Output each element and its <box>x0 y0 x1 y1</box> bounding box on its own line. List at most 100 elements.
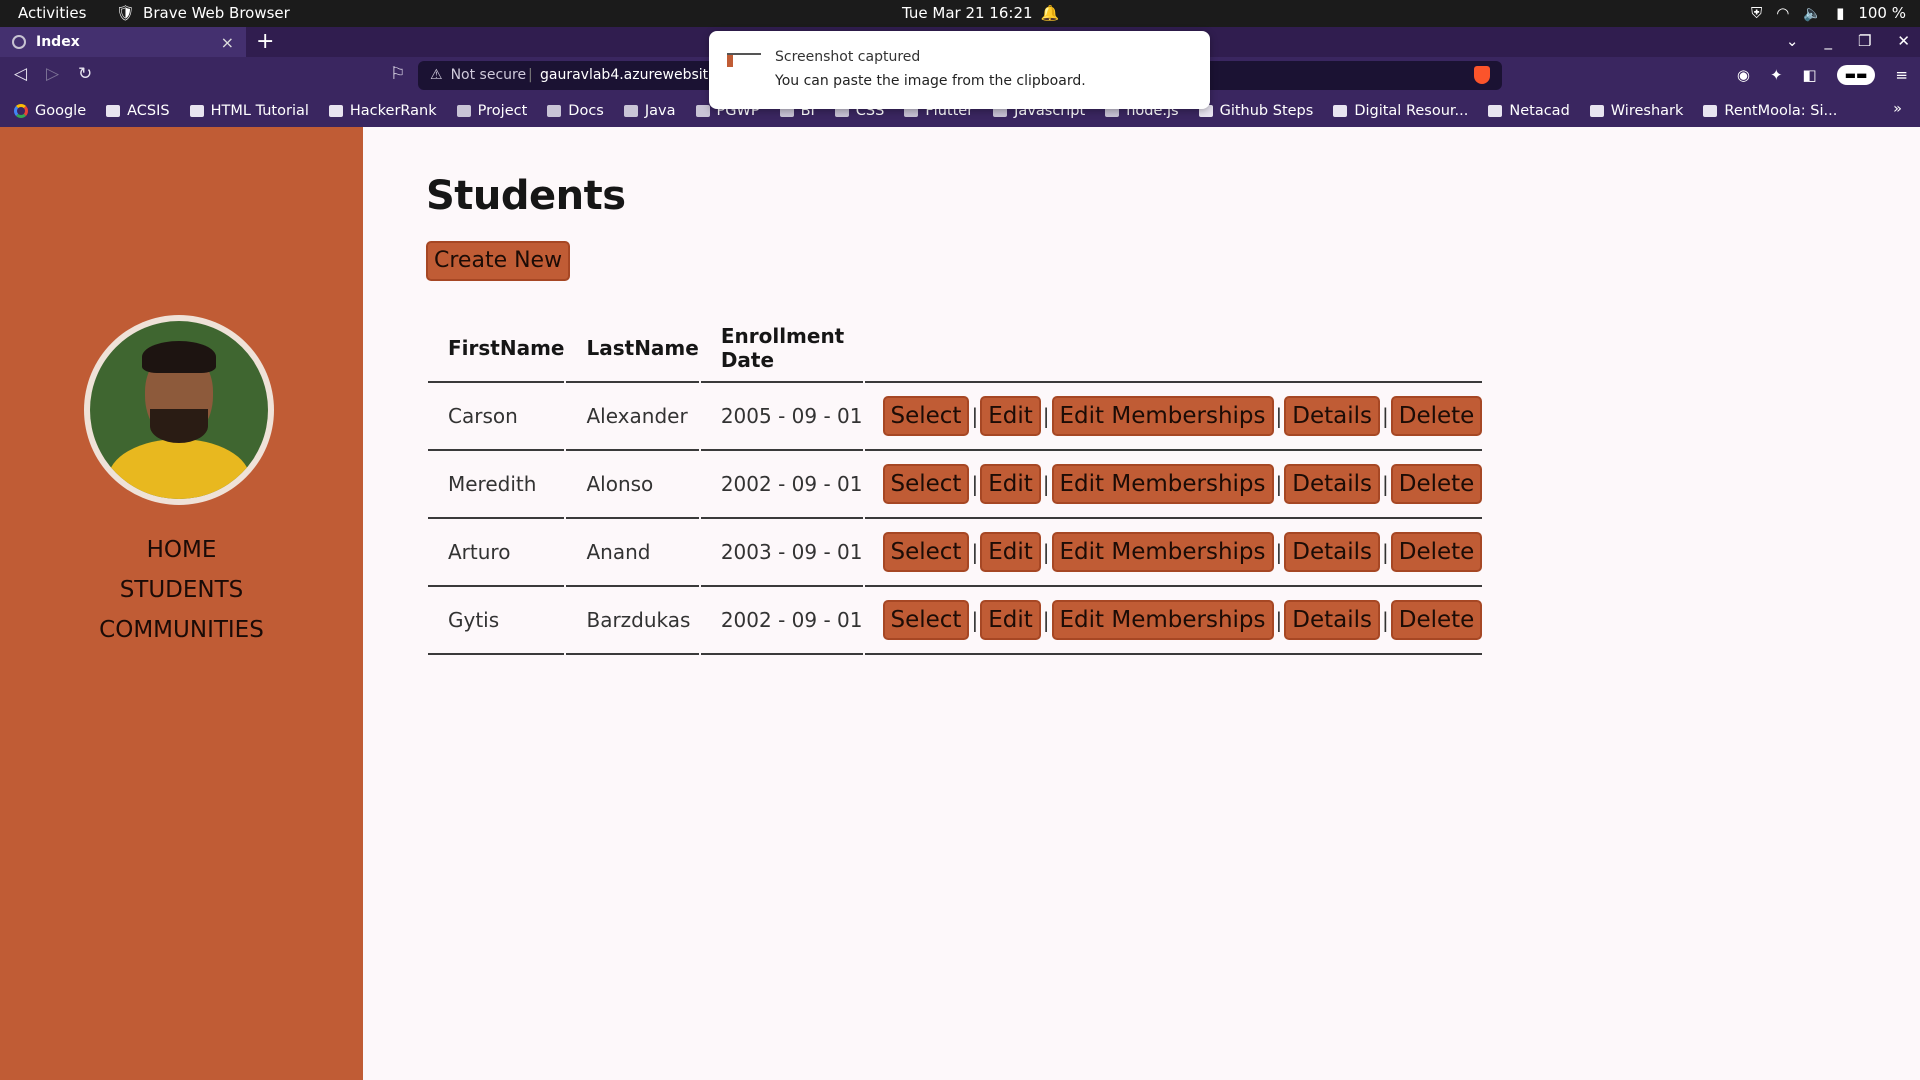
details-button[interactable]: Details <box>1284 600 1381 640</box>
bookmark-label: Google <box>35 102 87 119</box>
cell-firstname: Arturo <box>428 519 565 587</box>
action-separator: | <box>971 540 979 564</box>
google-icon <box>14 103 28 118</box>
table-row: Arturo Anand 2003 - 09 - 01 Select | Edit | Edi… <box>428 519 1483 587</box>
action-separator: | <box>1275 608 1283 632</box>
column-header-firstname: FirstName <box>428 315 565 383</box>
globe-icon <box>12 35 26 49</box>
bookmark-label: ACSIS <box>127 102 170 119</box>
delete-button[interactable]: Delete <box>1390 600 1483 640</box>
create-new-button[interactable]: Create New <box>426 241 571 281</box>
edit-memberships-button[interactable]: Edit Memberships <box>1051 532 1274 572</box>
column-header-actions <box>864 315 1483 383</box>
action-separator: | <box>971 608 979 632</box>
bookmark-item[interactable]: Wireshark <box>1589 102 1684 119</box>
screenshot-notification[interactable]: Screenshot captured You can paste the im… <box>709 31 1210 109</box>
tab-index[interactable]: Index × <box>0 27 246 57</box>
warning-icon: ⚠ <box>430 67 443 83</box>
bookmark-label: Java <box>644 102 676 119</box>
w3schools-icon <box>189 104 204 117</box>
edit-button[interactable]: Edit <box>980 396 1041 436</box>
bookmark-item[interactable]: HTML Tutorial <box>189 103 309 119</box>
bookmark-label: Netacad <box>1509 102 1570 119</box>
action-separator: | <box>1275 540 1283 564</box>
forward-icon[interactable]: ▷ <box>46 64 59 84</box>
edit-button[interactable]: Edit <box>980 600 1041 640</box>
edit-memberships-button[interactable]: Edit Memberships <box>1051 600 1274 640</box>
select-button[interactable]: Select <box>882 396 970 436</box>
bookmark-label: RentMoola: Si... <box>1724 102 1838 119</box>
nav-students[interactable]: STUDENTS <box>0 570 363 610</box>
bookmark-icon[interactable]: ⚐ <box>390 64 405 84</box>
close-icon[interactable]: × <box>221 33 234 52</box>
cell-enrollment-date: 2002 - 09 - 01 <box>700 587 863 655</box>
cell-actions: Select | Edit | Edit Memberships | Details | Del… <box>864 383 1483 451</box>
bookmark-item[interactable]: Java <box>623 102 676 119</box>
details-button[interactable]: Details <box>1284 532 1381 572</box>
edit-button[interactable]: Edit <box>980 464 1041 504</box>
column-header-lastname: LastName <box>566 315 699 383</box>
select-button[interactable]: Select <box>882 532 970 572</box>
reload-icon[interactable]: ↻ <box>78 64 92 84</box>
bookmark-item[interactable]: HackerRank <box>328 102 437 119</box>
bookmark-label: Wireshark <box>1610 102 1684 119</box>
bookmark-label: Github Steps <box>1219 102 1314 119</box>
cell-firstname: Gytis <box>428 587 565 655</box>
bookmark-item[interactable]: Project <box>456 103 527 119</box>
tab-title: Index <box>36 34 80 50</box>
extensions-icon[interactable]: ✦ <box>1770 66 1783 84</box>
back-icon[interactable]: ◁ <box>14 64 27 84</box>
nav-home[interactable]: HOME <box>0 530 363 570</box>
minimize-icon[interactable]: _ <box>1824 32 1832 50</box>
nav-communities[interactable]: COMMUNITIES <box>0 610 363 650</box>
security-indicator[interactable]: ⚠ Not secure <box>430 67 526 83</box>
bookmark-item[interactable]: Google <box>14 103 86 119</box>
select-button[interactable]: Select <box>882 464 970 504</box>
chevron-down-icon[interactable]: ⌄ <box>1786 32 1799 50</box>
bookmark-item[interactable]: Netacad <box>1488 102 1570 119</box>
sidebar-toggle-icon[interactable]: ◧ <box>1803 66 1817 84</box>
action-separator: | <box>1382 472 1389 496</box>
bookmark-item[interactable]: Docs <box>547 103 604 119</box>
cell-actions: Select | Edit | Edit Memberships | Details | Del… <box>864 451 1483 519</box>
action-separator: | <box>971 472 979 496</box>
wifi-icon: ◠ <box>1776 4 1790 22</box>
vpn-icon[interactable]: ▬▬ <box>1836 65 1876 85</box>
bookmark-item[interactable]: RentMoola: Si... <box>1703 103 1837 119</box>
table-row: Meredith Alonso 2002 - 09 - 01 Select | Edit |… <box>428 451 1483 519</box>
action-separator: | <box>1275 472 1283 496</box>
edit-button[interactable]: Edit <box>980 532 1041 572</box>
restore-icon[interactable]: ❐ <box>1858 32 1871 50</box>
rewards-icon[interactable]: ◉ <box>1737 66 1750 84</box>
close-window-icon[interactable]: ✕ <box>1897 32 1910 50</box>
select-button[interactable]: Select <box>882 600 970 640</box>
bookmark-item[interactable]: ACSIS <box>106 102 170 119</box>
details-button[interactable]: Details <box>1284 464 1381 504</box>
app-menu[interactable]: 🛡 Brave Web Browser <box>116 4 290 22</box>
digital-resources-icon <box>1333 104 1348 117</box>
avatar <box>84 315 274 505</box>
url-text[interactable]: gauravlab4.azurewebsites.n <box>540 67 737 83</box>
delete-button[interactable]: Delete <box>1390 532 1483 572</box>
edit-memberships-button[interactable]: Edit Memberships <box>1051 396 1274 436</box>
bookmark-label: Digital Resour... <box>1354 102 1469 119</box>
brave-shields-icon[interactable] <box>1474 66 1490 84</box>
bookmark-item[interactable]: Digital Resour... <box>1333 103 1468 119</box>
bookmark-item[interactable]: Github Steps <box>1198 102 1314 119</box>
netacad-icon <box>1488 104 1503 117</box>
delete-button[interactable]: Delete <box>1390 464 1483 504</box>
activities-button[interactable]: Activities <box>18 4 86 22</box>
new-tab-button[interactable]: + <box>256 29 274 54</box>
bookmarks-overflow-button[interactable]: » <box>1893 101 1902 117</box>
bookmark-label: HackerRank <box>349 102 437 119</box>
system-tray[interactable]: ⛨ ◠ 🔈 ▮ 100 % <box>1751 4 1906 22</box>
delete-button[interactable]: Delete <box>1390 396 1483 436</box>
sidebar: HOME STUDENTS COMMUNITIES <box>0 127 363 1080</box>
clock[interactable]: Tue Mar 21 16:21 🔔 <box>902 4 1059 22</box>
menu-icon[interactable]: ≡ <box>1895 66 1908 84</box>
edit-memberships-button[interactable]: Edit Memberships <box>1051 464 1274 504</box>
details-button[interactable]: Details <box>1284 396 1381 436</box>
system-top-bar: Activities 🛡 Brave Web Browser Tue Mar 2… <box>0 0 1920 27</box>
table-header-row: FirstName LastName Enrollment Date <box>428 315 1483 383</box>
wireshark-icon <box>1589 104 1604 117</box>
